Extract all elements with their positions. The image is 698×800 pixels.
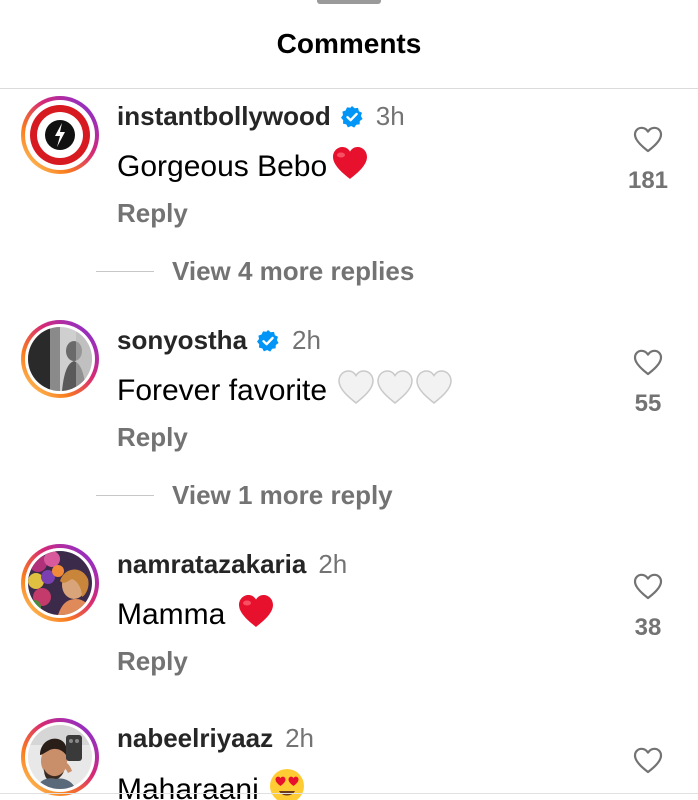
comment-username[interactable]: namratazakaria	[117, 549, 306, 580]
avatar[interactable]	[21, 544, 99, 622]
namratazakaria-avatar-photo	[28, 551, 92, 615]
avatar[interactable]	[21, 96, 99, 174]
like-button[interactable]: 55	[618, 349, 678, 418]
view-more-replies-label: View 4 more replies	[172, 256, 415, 286]
like-count: 181	[627, 167, 669, 194]
like-button[interactable]	[618, 747, 678, 774]
nabeelriyaaz-avatar-photo	[28, 725, 92, 789]
heart-eyes-emoji	[269, 768, 305, 800]
verified-badge-icon	[340, 105, 364, 129]
thread-line-divider	[96, 495, 154, 496]
comment-text: Gorgeous Bebo	[117, 150, 328, 183]
like-button[interactable]: 181	[618, 126, 678, 195]
comments-sheet: Comments instantbollywood 3h Gorgeous Be…	[0, 0, 698, 800]
comment-username[interactable]: nabeelriyaaz	[117, 723, 273, 754]
comment-time: 2h	[285, 723, 315, 753]
comment-text: Maharaani	[117, 773, 259, 800]
view-more-replies-button[interactable]: View 4 more replies	[96, 256, 414, 287]
heart-outline-icon	[618, 747, 678, 774]
comment-time: 3h	[375, 101, 405, 131]
verified-badge-icon	[256, 329, 280, 353]
page-title: Comments	[276, 28, 422, 59]
comment-text: Mamma	[117, 598, 226, 631]
sonyostha-avatar-photo	[28, 327, 92, 391]
avatar[interactable]	[21, 320, 99, 398]
like-count: 38	[634, 614, 662, 641]
heart-outline-icon	[618, 126, 678, 153]
red-heart-emoji	[331, 146, 369, 188]
reply-button[interactable]: Reply	[117, 646, 188, 677]
view-more-replies-button[interactable]: View 1 more reply	[96, 480, 393, 511]
red-heart-emoji	[237, 594, 275, 636]
heart-outline-icon	[618, 349, 678, 376]
heart-outline-icon	[618, 573, 678, 600]
comment-time: 2h	[292, 325, 321, 355]
comment-text: Forever favorite	[117, 374, 328, 407]
bottom-divider	[0, 793, 698, 794]
like-button[interactable]: 38	[618, 573, 678, 642]
comment-username[interactable]: sonyostha	[117, 325, 247, 356]
comment-time: 2h	[318, 549, 348, 579]
reply-button[interactable]: Reply	[117, 198, 188, 229]
reply-button[interactable]: Reply	[117, 422, 188, 453]
white-hearts-emoji	[337, 370, 453, 412]
comment-username[interactable]: instantbollywood	[117, 101, 331, 132]
instantbollywood-logo	[28, 103, 92, 167]
thread-line-divider	[96, 271, 154, 272]
avatar[interactable]	[21, 718, 99, 796]
comments-header: Comments	[0, 0, 698, 89]
view-more-replies-label: View 1 more reply	[172, 480, 393, 510]
like-count: 55	[634, 390, 662, 417]
